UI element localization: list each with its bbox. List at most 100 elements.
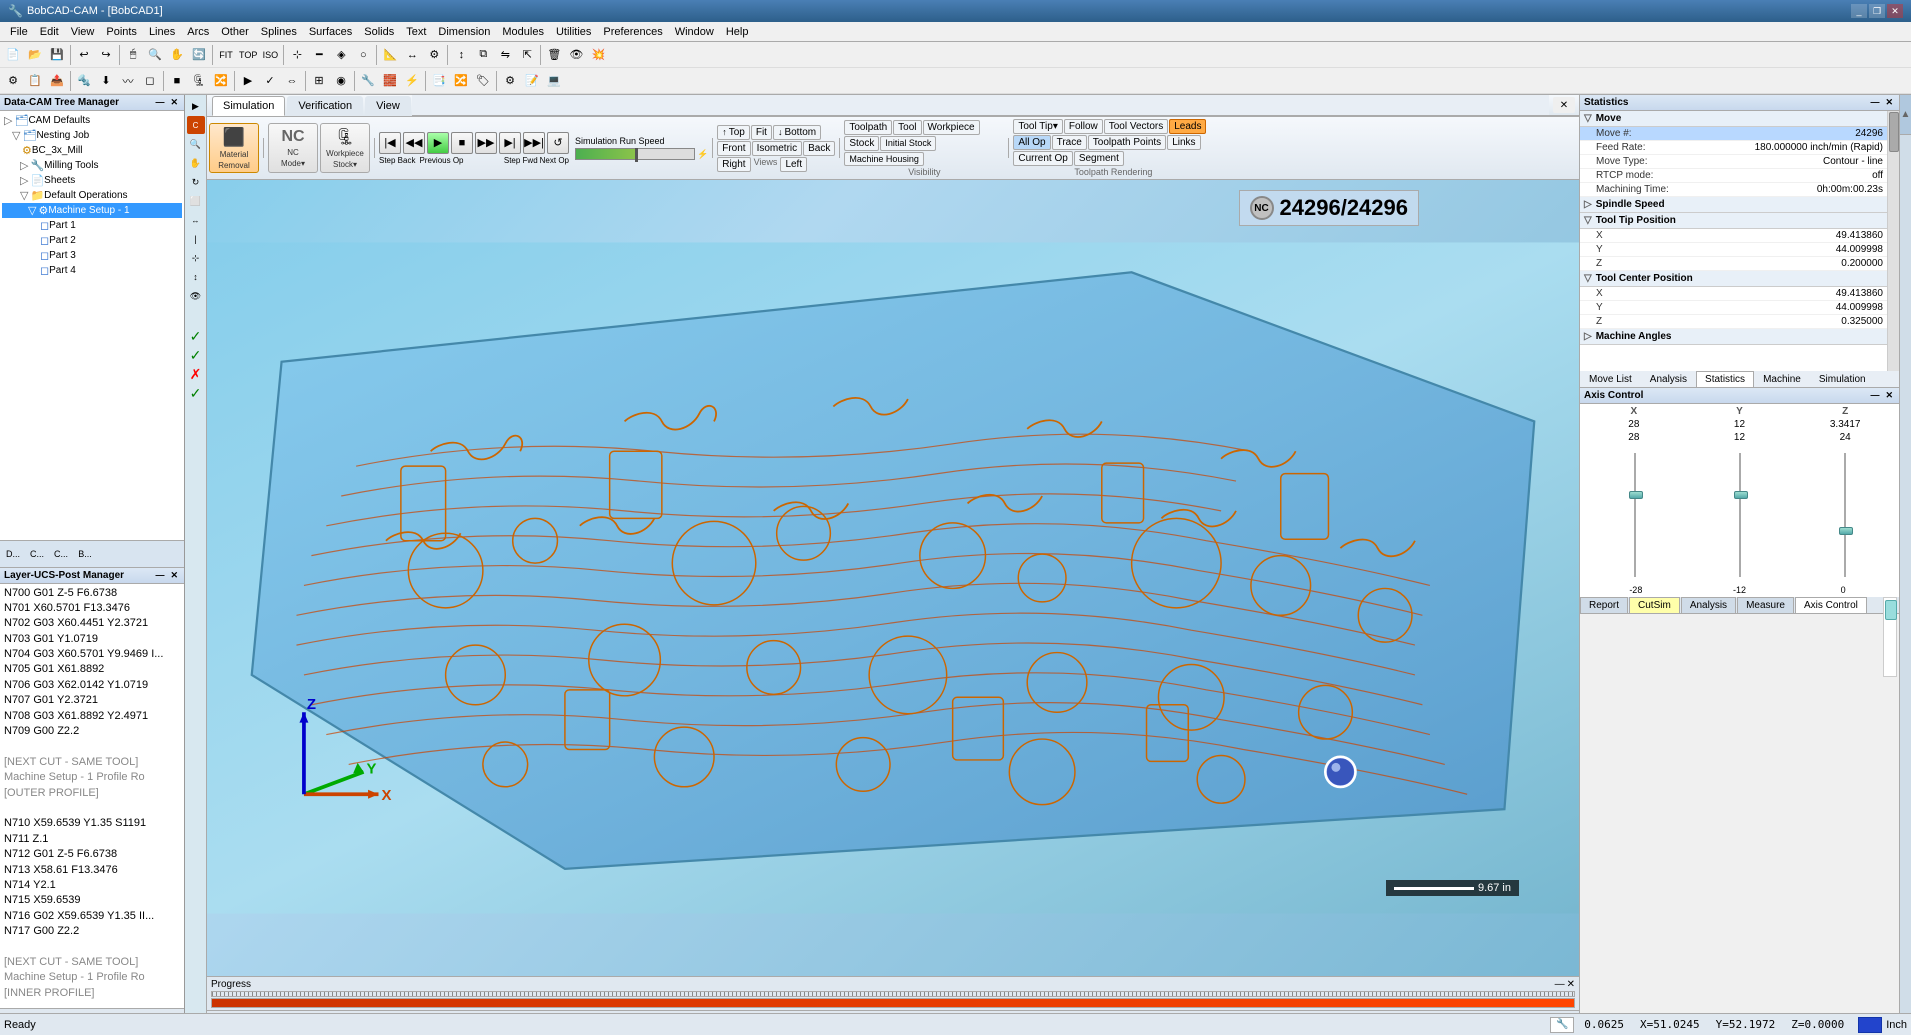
- sidebar-check-green[interactable]: ✓: [187, 327, 205, 345]
- machine-housing-vis-btn[interactable]: Machine Housing: [844, 152, 924, 166]
- layer-minimize[interactable]: —: [153, 570, 166, 581]
- tool-lib-btn[interactable]: 🔧: [357, 70, 379, 92]
- bp-tab-cutsim[interactable]: CutSim: [1629, 597, 1680, 613]
- menu-lines[interactable]: Lines: [143, 24, 181, 40]
- left-view-btn[interactable]: Left: [780, 157, 807, 172]
- ucs-btn[interactable]: 🔀: [450, 70, 472, 92]
- tool-vis-btn[interactable]: Tool: [893, 120, 921, 135]
- stats-row-feed[interactable]: Feed Rate: 180.000000 inch/min (Rapid): [1580, 141, 1887, 155]
- run-button[interactable]: ▶: [427, 132, 449, 154]
- cam-icon2[interactable]: C...: [50, 543, 72, 565]
- menu-surfaces[interactable]: Surfaces: [303, 24, 358, 40]
- tree-part4[interactable]: ◻ Part 4: [2, 263, 182, 278]
- viewport[interactable]: Y X Z NC 24296/24296: [207, 180, 1579, 976]
- menu-utilities[interactable]: Utilities: [550, 24, 597, 40]
- speed-slider-track[interactable]: [575, 148, 695, 160]
- settings-btn[interactable]: ⚙: [499, 70, 521, 92]
- front-view-btn[interactable]: Front: [717, 141, 750, 156]
- sidebar-zoom-icon[interactable]: 🔍: [187, 135, 205, 153]
- menu-text[interactable]: Text: [400, 24, 432, 40]
- axis-x-thumb[interactable]: [1629, 491, 1643, 499]
- stats-center-y[interactable]: Y 44.009998: [1580, 301, 1887, 315]
- top-view-btn[interactable]: ↑Top: [717, 125, 750, 140]
- point-snap[interactable]: ⊹: [286, 44, 308, 66]
- menu-splines[interactable]: Splines: [255, 24, 303, 40]
- stats-row-move-num[interactable]: Move #: 24296: [1580, 127, 1887, 141]
- tree-panel-minimize[interactable]: —: [153, 97, 166, 108]
- axis-z-slider[interactable]: [1794, 449, 1895, 581]
- tree-machine-setup[interactable]: ▽ ⚙ Machine Setup - 1: [2, 203, 182, 218]
- stats-minimize[interactable]: —: [1868, 97, 1881, 108]
- stats-row-time[interactable]: Machining Time: 0h:00m:00.23s: [1580, 183, 1887, 197]
- tree-bc3x-mill[interactable]: ⚙ BC_3x_Mill: [2, 143, 182, 158]
- right-sidebar-top[interactable]: ▲: [1900, 95, 1911, 135]
- toolpath-points-btn[interactable]: Toolpath Points: [1088, 135, 1166, 150]
- sidebar-arrow-icon[interactable]: ▶: [187, 97, 205, 115]
- midpoint-snap[interactable]: ◈: [330, 44, 352, 66]
- stats-tip-z[interactable]: Z 0.200000: [1580, 257, 1887, 271]
- explode-btn[interactable]: 💥: [587, 44, 609, 66]
- links-btn[interactable]: Links: [1167, 135, 1200, 150]
- verify-btn[interactable]: ✓: [259, 70, 281, 92]
- circle-snap[interactable]: ○: [352, 44, 374, 66]
- fixture-btn[interactable]: 🗜: [188, 70, 210, 92]
- sidebar-line-icon[interactable]: |: [187, 230, 205, 248]
- menu-arcs[interactable]: Arcs: [181, 24, 215, 40]
- minimize-button[interactable]: _: [1851, 4, 1867, 18]
- pocket-btn[interactable]: ◻: [139, 70, 161, 92]
- simulate-btn[interactable]: ▶: [237, 70, 259, 92]
- restart-button[interactable]: ↺: [547, 132, 569, 154]
- redo-button[interactable]: ↪: [95, 44, 117, 66]
- contour-btn[interactable]: 〰: [117, 70, 139, 92]
- progress-close[interactable]: ✕: [1567, 979, 1575, 990]
- job-btn[interactable]: 📋: [24, 70, 46, 92]
- axis-x-slider[interactable]: [1584, 449, 1685, 581]
- bp-tab-axis-control[interactable]: Axis Control: [1795, 597, 1867, 613]
- sidebar-rotate-icon[interactable]: ↻: [187, 173, 205, 191]
- progress-bar-track[interactable]: [211, 998, 1575, 1008]
- fast-forward-button[interactable]: ▶▶: [475, 132, 497, 154]
- copy-btn[interactable]: ⧉: [472, 44, 494, 66]
- prev-op-button[interactable]: ◀◀: [403, 132, 425, 154]
- mill-btn[interactable]: 🔩: [73, 70, 95, 92]
- dim-btn[interactable]: ↔: [401, 44, 423, 66]
- rotate-button[interactable]: 🔄: [188, 44, 210, 66]
- stats-tab-statistics[interactable]: Statistics: [1696, 371, 1754, 387]
- step-fwd-button[interactable]: ▶|: [499, 132, 521, 154]
- stock-btn[interactable]: ■: [166, 70, 188, 92]
- move-section-header[interactable]: ▽ Move: [1580, 111, 1887, 127]
- tool-tip-header[interactable]: ▽ Tool Tip Position: [1580, 213, 1887, 229]
- draw-icon[interactable]: D...: [2, 543, 24, 565]
- prop-btn[interactable]: ⚙: [423, 44, 445, 66]
- open-button[interactable]: 📂: [24, 44, 46, 66]
- top-view-button[interactable]: TOP: [237, 44, 259, 66]
- sidebar-check-green2[interactable]: ✓: [187, 346, 205, 364]
- speed-slider-thumb[interactable]: [635, 148, 638, 162]
- line-snap[interactable]: ━: [308, 44, 330, 66]
- zoom-button[interactable]: 🔍: [144, 44, 166, 66]
- sidebar-select-icon[interactable]: ⊹: [187, 249, 205, 267]
- iso-view-btn[interactable]: Isometric: [752, 141, 803, 156]
- scale-btn[interactable]: ⇱: [516, 44, 538, 66]
- move-btn[interactable]: ↕: [450, 44, 472, 66]
- initial-stock-vis-btn[interactable]: Initial Stock: [880, 136, 936, 151]
- follow-render-btn[interactable]: Follow: [1064, 119, 1103, 134]
- tree-part2[interactable]: ◻ Part 2: [2, 233, 182, 248]
- tab-verification[interactable]: Verification: [287, 96, 363, 116]
- del-btn[interactable]: 🗑: [543, 44, 565, 66]
- undo-button[interactable]: ↩: [73, 44, 95, 66]
- bp-tab-measure[interactable]: Measure: [1737, 597, 1794, 613]
- compare-btn[interactable]: ⇔: [281, 70, 303, 92]
- current-op-btn[interactable]: Current Op: [1013, 151, 1072, 166]
- menu-dimension[interactable]: Dimension: [432, 24, 496, 40]
- menu-edit[interactable]: Edit: [34, 24, 65, 40]
- opt-btn[interactable]: ◉: [330, 70, 352, 92]
- stats-tab-machine[interactable]: Machine: [1754, 371, 1810, 387]
- measure-btn[interactable]: 📐: [379, 44, 401, 66]
- sidebar-check2[interactable]: ✓: [187, 384, 205, 402]
- spindle-header[interactable]: ▷ Spindle Speed: [1580, 197, 1887, 213]
- sidebar-window-icon[interactable]: ⬜: [187, 192, 205, 210]
- material-btn[interactable]: 🧱: [379, 70, 401, 92]
- stats-tab-simulation[interactable]: Simulation: [1810, 371, 1875, 387]
- stats-scrollbar[interactable]: [1887, 111, 1899, 371]
